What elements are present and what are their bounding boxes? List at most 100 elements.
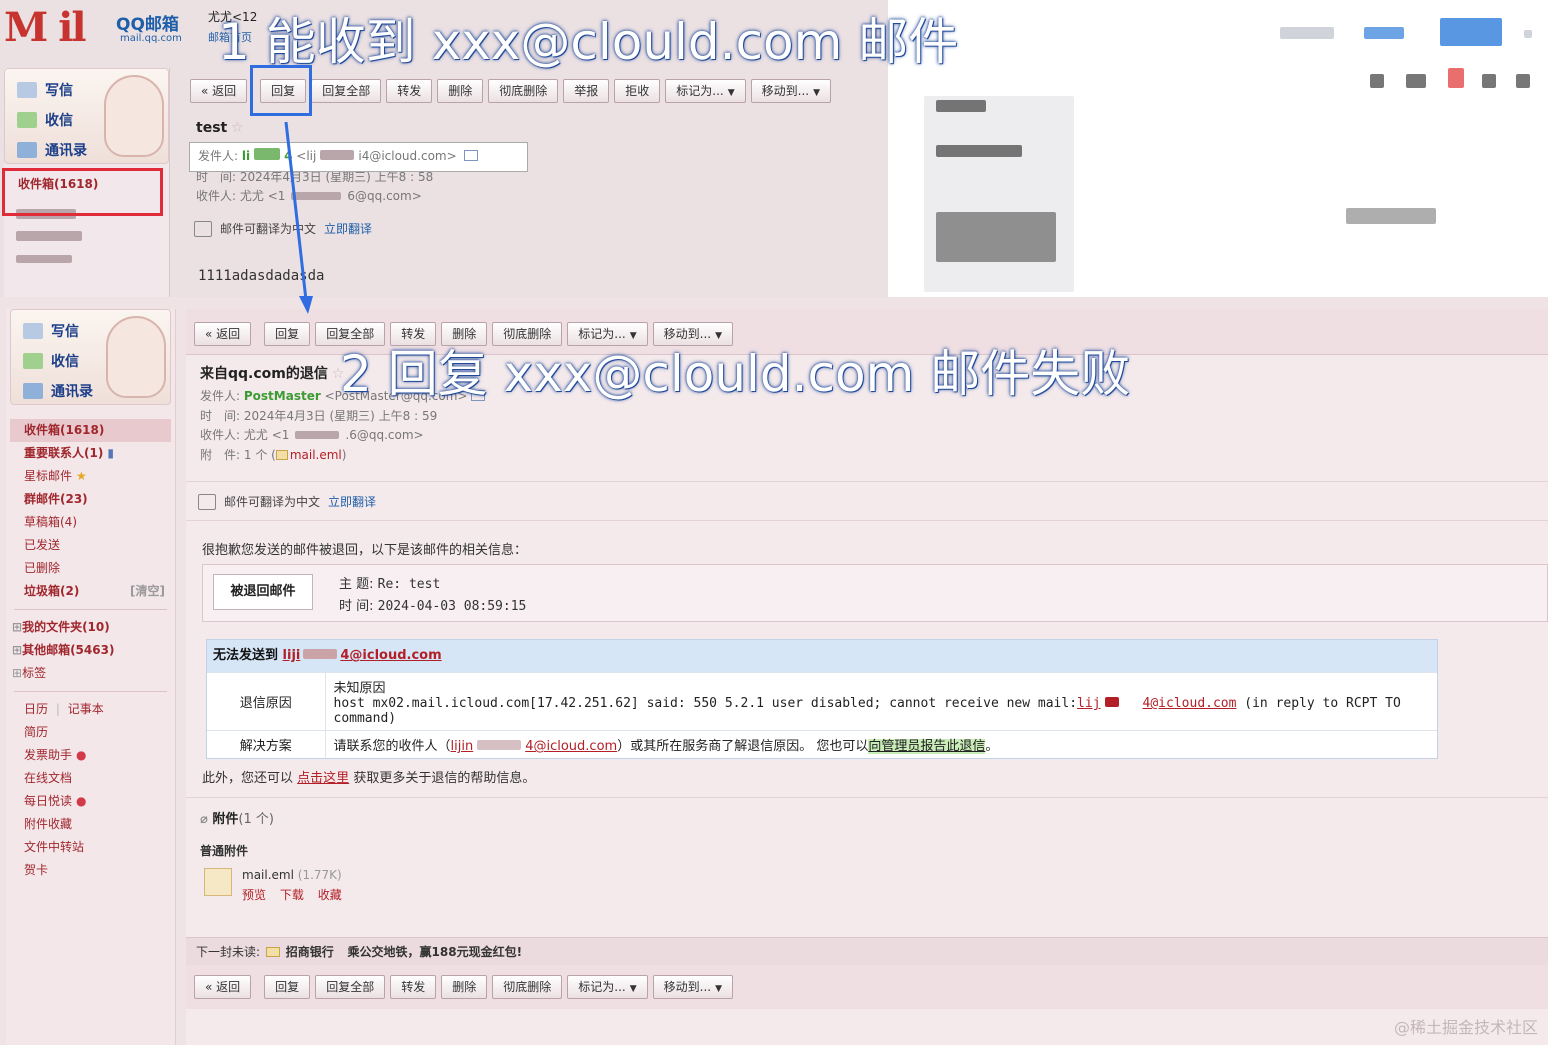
bottom-screenshot: 写信 收信 通讯录 收件箱(1618) 重要联系人(1) ▮ 星标邮件 ★ 群邮件(… bbox=[0, 301, 1548, 1045]
sidebar-item-resume[interactable]: 简历 bbox=[6, 721, 175, 744]
delivery-failure-box: 无法发送到 liji 4@icloud.com 退信原因 未知原因 host mx… bbox=[206, 639, 1438, 759]
sidebar-item-attachments[interactable]: 附件收藏 bbox=[6, 813, 175, 836]
translate-icon bbox=[194, 220, 212, 237]
envelope-icon bbox=[265, 947, 280, 957]
move-to-dropdown[interactable]: 移动到... ▼ bbox=[750, 79, 832, 103]
failure-header: 无法发送到 liji 4@icloud.com bbox=[207, 640, 1437, 672]
message-view: « 返回 回复 回复全部 转发 删除 彻底删除 标记为... ▼ 移动到... ▼ … bbox=[186, 309, 1548, 1045]
bounced-mail-card: 被退回邮件 主 题: Re: test 时 间: 2024-04-03 08:5… bbox=[202, 564, 1548, 622]
next-unread-bar: 下一封未读: 招商银行 乘公交地铁，赢188元现金红包! bbox=[186, 937, 1548, 965]
paperclip-icon: ⌀ bbox=[200, 812, 208, 827]
sidebar-item-group-mail[interactable]: 群邮件(23) bbox=[6, 488, 175, 511]
mark-as-dropdown[interactable]: 标记为... ▼ bbox=[665, 79, 746, 103]
permanent-delete-button[interactable]: 彻底删除 bbox=[492, 975, 563, 999]
sidebar-item-daily-reading[interactable]: 每日悦读 ● bbox=[6, 790, 175, 813]
receive-icon bbox=[17, 112, 37, 128]
calendar-link[interactable]: 日历 bbox=[24, 702, 48, 716]
bounced-mail-button[interactable]: 被退回邮件 bbox=[213, 574, 313, 610]
sidebar-item-important-contacts[interactable]: 重要联系人(1) ▮ bbox=[6, 442, 175, 465]
reply-button[interactable]: 回复 bbox=[264, 322, 311, 346]
reason-label: 退信原因 bbox=[207, 672, 326, 731]
to-row: 收件人: 尤尤 <1 6@qq.com> bbox=[196, 189, 422, 203]
sidebar-item-spam[interactable]: 垃圾箱(2) [清空] bbox=[6, 580, 175, 603]
inbox-highlight-box bbox=[2, 168, 163, 216]
reason-address-link[interactable]: lij 4@icloud.com bbox=[1077, 696, 1236, 711]
back-button[interactable]: « 返回 bbox=[194, 322, 252, 346]
quick-actions: 写信 收信 通讯录 bbox=[10, 309, 171, 405]
preview-link[interactable]: 预览 bbox=[242, 888, 266, 902]
forward-button[interactable]: 转发 bbox=[386, 79, 433, 103]
solution-label: 解决方案 bbox=[207, 730, 326, 758]
translate-link[interactable]: 立即翻译 bbox=[324, 220, 372, 237]
attachment-row: 附 件: 1 个 (mail.eml) bbox=[200, 447, 347, 462]
new-dot-icon: ● bbox=[76, 794, 87, 808]
sidebar-item-my-folders[interactable]: ⊞我的文件夹(10) bbox=[6, 616, 175, 639]
watermark: @稀土掘金技术社区 bbox=[1393, 1018, 1538, 1037]
download-link[interactable]: 下载 bbox=[280, 888, 304, 902]
sender-name[interactable]: PostMaster bbox=[244, 389, 321, 403]
star-icon: ★ bbox=[76, 469, 87, 483]
logo-mark: M il bbox=[4, 4, 87, 51]
new-dot-icon: ● bbox=[76, 748, 87, 762]
sidebar-item-inbox[interactable]: 收件箱(1618) bbox=[10, 419, 171, 442]
sidebar-item-file-transfer[interactable]: 文件中转站 bbox=[6, 836, 175, 859]
attachments-subtitle: 普通附件 bbox=[200, 844, 249, 858]
sidebar-item-starred[interactable]: 星标邮件 ★ bbox=[6, 465, 175, 488]
sender-row-highlight: 发件人: li 4 <lij i4@icloud.com> bbox=[189, 142, 528, 172]
bottom-toolbar-area: « 返回 回复 回复全部 转发 删除 彻底删除 标记为... ▼ 移动到... ▼ bbox=[186, 965, 1548, 1009]
sidebar-item-online-docs[interactable]: 在线文档 bbox=[6, 767, 175, 790]
translate-icon bbox=[198, 493, 216, 510]
contact-card-icon[interactable] bbox=[464, 150, 479, 161]
back-button[interactable]: « 返回 bbox=[194, 975, 252, 999]
attachment-link[interactable]: mail.eml bbox=[290, 448, 342, 462]
folder-list: 收件箱(1618) 重要联系人(1) ▮ 星标邮件 ★ 群邮件(23) 草稿箱(4)… bbox=[6, 419, 175, 882]
sidebar-item-sent[interactable]: 已发送 bbox=[6, 534, 175, 557]
mark-as-dropdown[interactable]: 标记为... ▼ bbox=[567, 975, 648, 999]
notes-link[interactable]: 记事本 bbox=[68, 702, 104, 716]
logo-url: mail.qq.com bbox=[120, 33, 182, 44]
attachment-name[interactable]: mail.eml bbox=[242, 868, 294, 882]
back-button[interactable]: « 返回 bbox=[190, 79, 248, 103]
receive-icon bbox=[23, 353, 43, 369]
reply-all-button[interactable]: 回复全部 bbox=[311, 79, 382, 103]
delete-button[interactable]: 删除 bbox=[441, 975, 488, 999]
move-to-dropdown[interactable]: 移动到... ▼ bbox=[652, 975, 733, 999]
sidebar-item-invoice[interactable]: 发票助手 ● bbox=[6, 744, 175, 767]
empty-spam-link[interactable]: [清空] bbox=[130, 580, 165, 603]
report-button[interactable]: 举报 bbox=[563, 79, 610, 103]
contacts-icon bbox=[17, 142, 37, 158]
translate-link[interactable]: 立即翻译 bbox=[328, 493, 376, 510]
reply-all-button[interactable]: 回复全部 bbox=[315, 975, 386, 999]
sidebar-item-cards[interactable]: 贺卡 bbox=[6, 859, 175, 882]
pig-mascot-icon bbox=[106, 316, 166, 398]
eml-file-icon bbox=[204, 868, 232, 896]
delete-button[interactable]: 删除 bbox=[437, 79, 484, 103]
star-icon[interactable]: ☆ bbox=[231, 120, 244, 136]
sender-address: <lij bbox=[296, 149, 317, 163]
report-bounce-link[interactable]: 向管理员报告此退信 bbox=[868, 739, 986, 754]
permanent-delete-button[interactable]: 彻底删除 bbox=[488, 79, 559, 103]
reason-row: 退信原因 未知原因 host mx02.mail.icloud.com[17.4… bbox=[207, 672, 1437, 731]
pig-mascot-icon bbox=[104, 75, 164, 157]
sidebar-item-other-mailboxes[interactable]: ⊞其他邮箱(5463) bbox=[6, 639, 175, 662]
compose-icon bbox=[23, 323, 43, 339]
solution-address-link[interactable]: lijin 4@icloud.com bbox=[451, 739, 618, 754]
sidebar-item-tags[interactable]: ⊞标签 bbox=[6, 662, 175, 685]
sidebar-item-deleted[interactable]: 已删除 bbox=[6, 557, 175, 580]
reject-button[interactable]: 拒收 bbox=[614, 79, 661, 103]
divider bbox=[14, 691, 167, 692]
failed-recipient-link[interactable]: liji 4@icloud.com bbox=[283, 648, 442, 663]
reply-button[interactable]: 回复 bbox=[264, 975, 311, 999]
sidebar: 写信 收信 通讯录 收件箱(1618) 重要联系人(1) ▮ 星标邮件 ★ 群邮件(… bbox=[6, 309, 176, 1045]
divider bbox=[14, 609, 167, 610]
sidebar-item-drafts[interactable]: 草稿箱(4) bbox=[6, 511, 175, 534]
next-sender[interactable]: 招商银行 bbox=[286, 945, 334, 959]
sender-name[interactable]: li bbox=[242, 149, 250, 163]
bottom-toolbar: « 返回 回复 回复全部 转发 删除 彻底删除 标记为... ▼ 移动到... ▼ bbox=[194, 975, 733, 999]
help-link[interactable]: 点击这里 bbox=[297, 771, 349, 786]
next-subject[interactable]: 乘公交地铁，赢188元现金红包! bbox=[348, 945, 523, 959]
top-screenshot: M il QQ邮箱 mail.qq.com 尤尤<12 邮箱首页 写信 收信 通… bbox=[0, 0, 1548, 297]
sidebar-item-calendar-notes: 日历 | 记事本 bbox=[24, 702, 104, 716]
favorite-link[interactable]: 收藏 bbox=[318, 888, 342, 902]
forward-button[interactable]: 转发 bbox=[390, 975, 437, 999]
